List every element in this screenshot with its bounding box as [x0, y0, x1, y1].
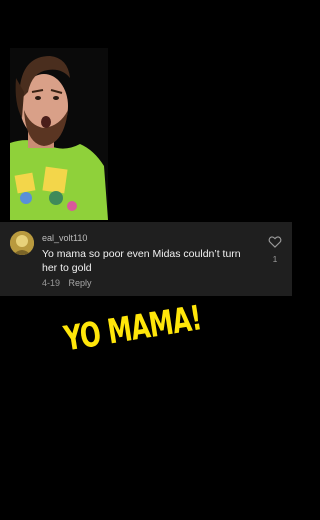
creator-video-image	[10, 48, 108, 220]
comment-text: Yo mama so poor even Midas couldn’t turn…	[42, 248, 241, 274]
video-frame	[10, 48, 108, 220]
reply-button[interactable]: Reply	[69, 278, 92, 288]
like-count: 1	[272, 254, 278, 264]
comment-username[interactable]: eal_volt110	[42, 233, 87, 243]
commenter-avatar[interactable]	[10, 231, 34, 255]
comment-card: eal_volt110 Yo mama so poor even Midas c…	[0, 222, 292, 296]
caption-overlay: YO MAMA!	[61, 298, 205, 360]
comment-date: 4-19	[42, 278, 61, 288]
like-button[interactable]: 1	[266, 235, 284, 264]
comment-meta: 4-19 Reply	[42, 278, 92, 288]
heart-outline-icon	[268, 236, 282, 248]
avatar-image	[10, 231, 34, 255]
